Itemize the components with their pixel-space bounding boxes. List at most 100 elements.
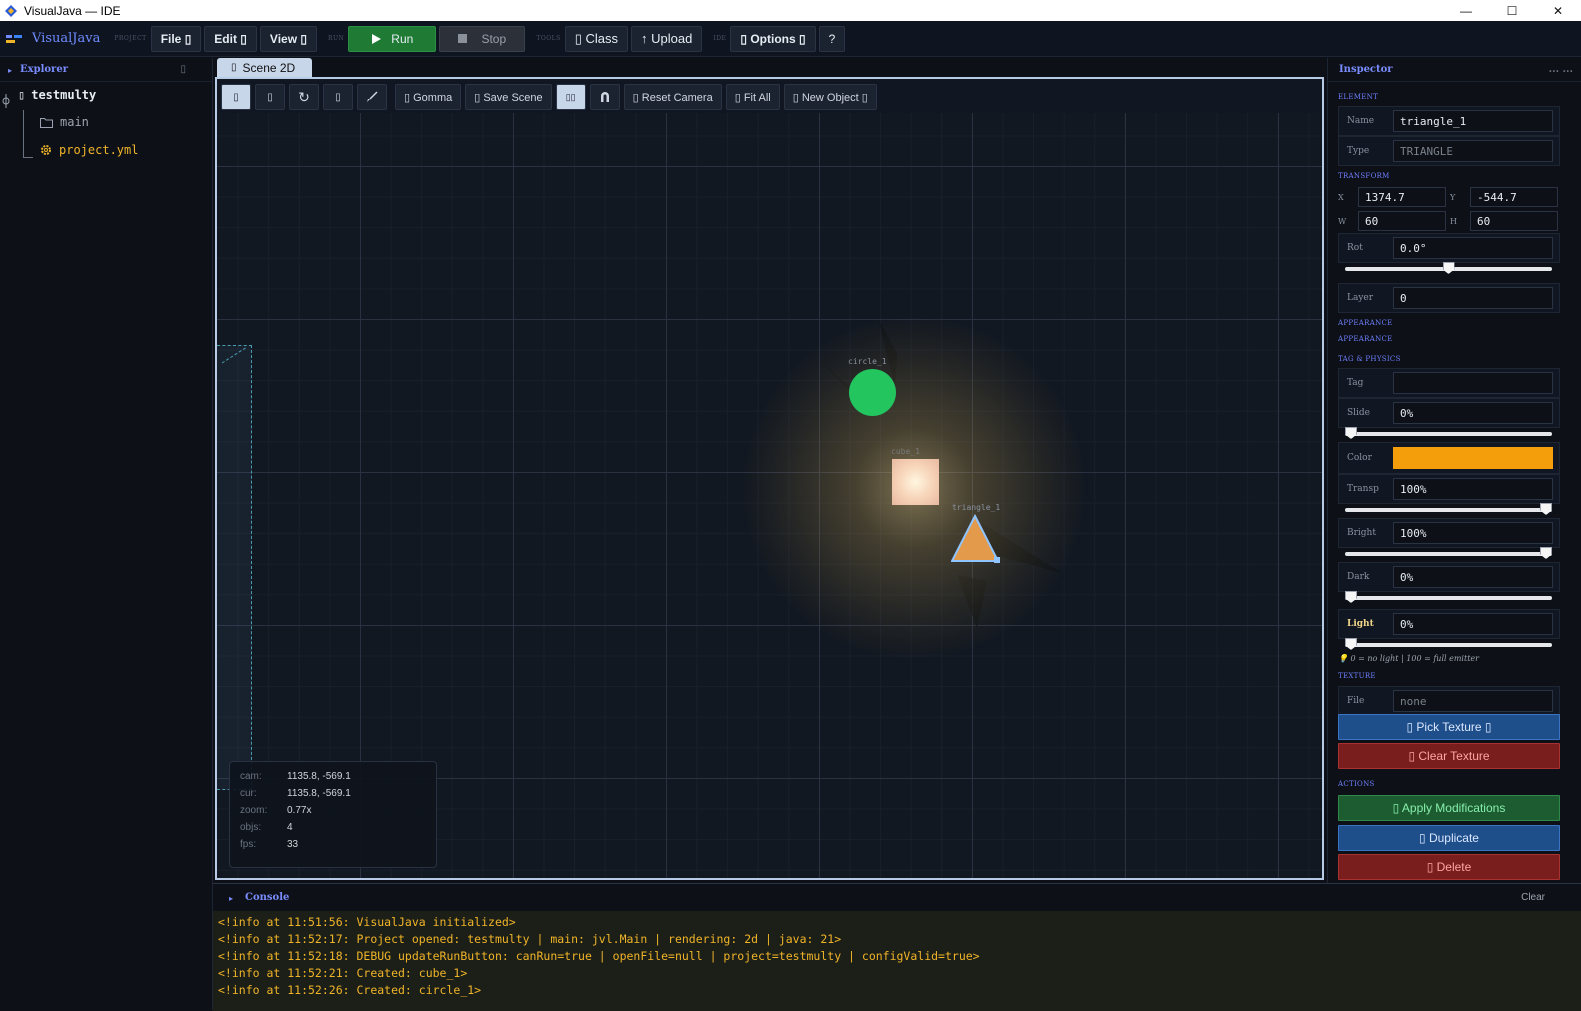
tree-item-label: main bbox=[60, 115, 89, 129]
move-tool-button[interactable]: ▯ bbox=[255, 84, 285, 110]
name-input[interactable]: triangle_1 bbox=[1393, 110, 1553, 132]
slider-thumb[interactable] bbox=[1540, 503, 1552, 515]
h-label: H bbox=[1450, 216, 1457, 226]
clear-texture-button[interactable]: ▯ Clear Texture bbox=[1338, 743, 1560, 769]
reset-camera-button[interactable]: ▯ Reset Camera bbox=[623, 84, 722, 110]
save-scene-button[interactable]: ▯ Save Scene bbox=[465, 84, 552, 110]
file-label: File bbox=[1347, 696, 1365, 706]
triangle-object[interactable] bbox=[951, 514, 1001, 564]
hud-zoom-value: 0.77x bbox=[287, 805, 312, 816]
apply-modifications-button[interactable]: ▯ Apply Modifications bbox=[1338, 795, 1560, 821]
slider-thumb[interactable] bbox=[1345, 591, 1357, 603]
color-swatch[interactable] bbox=[1393, 447, 1553, 469]
transp-input[interactable]: 100% bbox=[1393, 478, 1553, 500]
slider-thumb[interactable] bbox=[1345, 638, 1357, 650]
grid-toggle-button[interactable]: ▯▯ bbox=[555, 84, 586, 110]
bright-input[interactable]: 100% bbox=[1393, 522, 1553, 544]
inspector-title: Inspector bbox=[1339, 64, 1393, 75]
inspector-menu-button[interactable]: ... ... bbox=[1549, 64, 1573, 75]
dark-field: Dark 0% bbox=[1338, 562, 1560, 592]
console-clear-button[interactable]: Clear bbox=[1521, 892, 1545, 903]
layer-input[interactable]: 0 bbox=[1393, 287, 1553, 309]
explorer-panel: ▸ Explorer ▯ ▯ testmulty main project.ym… bbox=[0, 58, 213, 1010]
scale-tool-button[interactable]: ▯ bbox=[323, 84, 353, 110]
view-menu[interactable]: View ▯ bbox=[259, 25, 317, 52]
tag-input[interactable] bbox=[1393, 372, 1553, 394]
caret-icon[interactable]: ▸ bbox=[229, 893, 233, 903]
section-appearance-2: APPEARANCE bbox=[1338, 335, 1393, 343]
rot-input[interactable]: 0.0° bbox=[1393, 237, 1553, 259]
slider-thumb[interactable] bbox=[1345, 427, 1357, 439]
dark-input[interactable]: 0% bbox=[1393, 566, 1553, 588]
dark-label: Dark bbox=[1347, 572, 1370, 582]
run-button[interactable]: Run bbox=[348, 25, 437, 52]
scene-editor: ▯ ▯ ↻ ▯ ▯ Gomma ▯ Save Scene ▯▯ ▯ Reset … bbox=[215, 77, 1324, 880]
stop-icon bbox=[458, 34, 468, 43]
slide-input[interactable]: 0% bbox=[1393, 402, 1553, 424]
file-menu[interactable]: File ▯ bbox=[150, 25, 202, 52]
circle-object[interactable] bbox=[849, 369, 896, 416]
transparency-slider[interactable] bbox=[1345, 503, 1552, 515]
stop-button[interactable]: Stop bbox=[439, 25, 526, 52]
light-input[interactable]: 0% bbox=[1393, 613, 1553, 635]
w-field: W 60 bbox=[1338, 211, 1446, 231]
minimize-button[interactable]: — bbox=[1443, 0, 1489, 21]
snap-toggle-button[interactable] bbox=[589, 84, 620, 110]
slider-thumb[interactable] bbox=[1540, 547, 1552, 559]
color-label: Color bbox=[1347, 453, 1372, 463]
scale-icon: ▯ bbox=[335, 91, 341, 103]
window-titlebar: VisualJava — IDE — ☐ ✕ bbox=[0, 0, 1581, 21]
slide-slider[interactable] bbox=[1345, 427, 1552, 439]
section-appearance: APPEARANCE bbox=[1338, 319, 1393, 327]
w-label: W bbox=[1338, 216, 1347, 226]
y-field: Y -544.7 bbox=[1450, 187, 1558, 207]
tree-root-testmulty[interactable]: ▯ testmulty bbox=[18, 88, 96, 102]
hud-cur-value: 1135.8, -569.1 bbox=[287, 788, 351, 799]
cube-object[interactable] bbox=[892, 459, 939, 505]
play-icon bbox=[372, 33, 382, 44]
delete-button[interactable]: ▯ Delete bbox=[1338, 854, 1560, 880]
w-input[interactable]: 60 bbox=[1358, 211, 1446, 231]
fit-all-button[interactable]: ▯ Fit All bbox=[725, 84, 780, 110]
rotation-slider[interactable] bbox=[1345, 262, 1552, 274]
rotate-tool-button[interactable]: ↻ bbox=[289, 84, 319, 110]
scene-canvas[interactable]: circle_1 cube_1 triangle_1 cam: 1135.8, -… bbox=[217, 113, 1322, 878]
maximize-button[interactable]: ☐ bbox=[1489, 0, 1535, 21]
brightness-slider[interactable] bbox=[1345, 547, 1552, 559]
slider-thumb[interactable] bbox=[1442, 262, 1455, 274]
light-field: Light 0% bbox=[1338, 609, 1560, 639]
bounds-corner-icon bbox=[221, 346, 248, 364]
pick-texture-button[interactable]: ▯ Pick Texture ▯ bbox=[1338, 714, 1560, 740]
help-button[interactable]: ? bbox=[818, 25, 846, 52]
h-input[interactable]: 60 bbox=[1470, 211, 1558, 231]
light-slider[interactable] bbox=[1345, 638, 1552, 650]
duplicate-button[interactable]: ▯ Duplicate bbox=[1338, 825, 1560, 851]
brush-icon bbox=[367, 91, 378, 102]
upload-button[interactable]: ↑ Upload bbox=[631, 25, 703, 52]
window-title: VisualJava — IDE bbox=[24, 3, 121, 18]
select-tool-button[interactable]: ▯ bbox=[221, 84, 251, 110]
tab-scene-2d[interactable]: ▯ Scene 2D bbox=[217, 58, 312, 77]
dark-slider[interactable] bbox=[1345, 591, 1552, 603]
close-button[interactable]: ✕ bbox=[1535, 0, 1581, 21]
y-input[interactable]: -544.7 bbox=[1470, 187, 1558, 207]
class-button[interactable]: ▯ Class bbox=[564, 25, 629, 52]
camera-bounds bbox=[217, 345, 252, 790]
tree-item-main[interactable]: main bbox=[40, 115, 89, 129]
console-line: <!info at 11:52:17: Project opened: test… bbox=[218, 932, 842, 946]
edit-menu[interactable]: Edit ▯ bbox=[204, 25, 257, 52]
brightness-field: Bright 100% bbox=[1338, 518, 1560, 548]
explorer-collapse-button[interactable]: ▯ bbox=[180, 64, 186, 75]
options-menu[interactable]: ▯ Options ▯ bbox=[730, 25, 816, 52]
caret-icon[interactable]: ▸ bbox=[8, 65, 12, 75]
gomma-button[interactable]: ▯ Gomma bbox=[395, 84, 462, 110]
x-input[interactable]: 1374.7 bbox=[1358, 187, 1446, 207]
brush-tool-button[interactable] bbox=[357, 84, 387, 110]
h-field: H 60 bbox=[1450, 211, 1558, 231]
group-label-tools: TOOLS bbox=[536, 35, 561, 42]
explorer-header: ▸ Explorer ▯ bbox=[0, 58, 212, 82]
scene-tab-icon: ▯ bbox=[231, 62, 237, 73]
tree-item-project-yml[interactable]: project.yml bbox=[40, 143, 138, 157]
new-object-button[interactable]: ▯ New Object ▯ bbox=[783, 84, 877, 110]
type-label: Type bbox=[1347, 146, 1370, 156]
